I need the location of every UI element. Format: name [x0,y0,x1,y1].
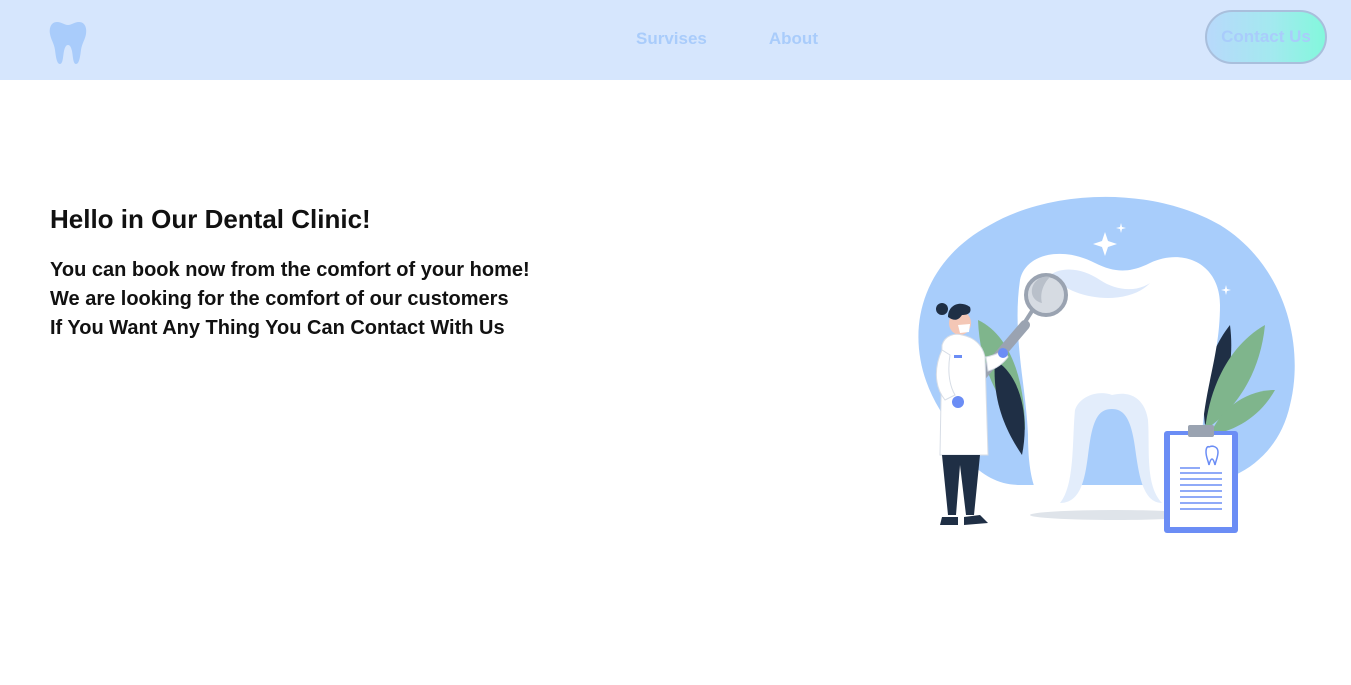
tooth-icon[interactable] [48,20,88,66]
hero-line-2: We are looking for the comfort of our cu… [50,288,509,310]
hero-line-1: You can book now from the comfort of you… [50,259,530,281]
hero-line-3: If You Want Any Thing You Can Contact Wi… [50,317,505,339]
hero-title: Hello in Our Dental Clinic! [50,204,371,234]
dentist-illustration [918,196,1295,533]
navbar: Survises About Contact Us [0,0,1351,80]
dentist-legs [942,455,980,515]
hero-text: Hello in Our Dental Clinic! You can book… [50,202,530,343]
contact-us-button[interactable]: Contact Us [1205,10,1327,64]
nav-link-about[interactable]: About [769,28,818,50]
page: Survises About Contact Us Hello in Our D… [0,0,1351,685]
nav-link-services[interactable]: Survises [636,28,707,50]
nav-links: Survises About [636,28,818,50]
